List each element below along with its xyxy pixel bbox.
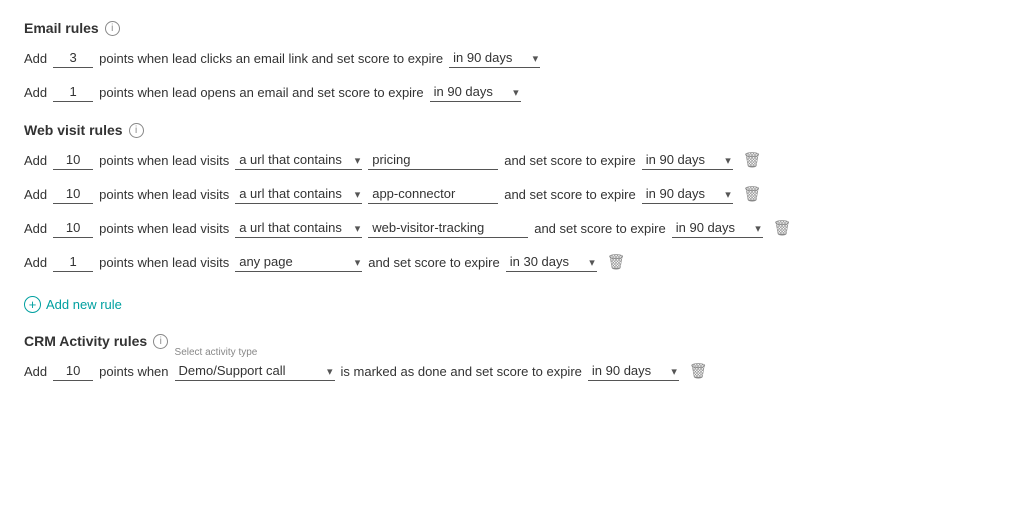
crm-rules-label: CRM Activity rules	[24, 333, 147, 349]
crm-points-1[interactable]	[53, 361, 93, 381]
web-rule-row-4: Add points when lead visits any page a u…	[24, 252, 1000, 272]
crm-delete-1[interactable]: 🗑	[689, 362, 708, 380]
web-expire-select-2[interactable]: in 90 days in 30 days in 60 days in 180 …	[642, 184, 733, 204]
add-new-rule-label: Add new rule	[46, 297, 122, 312]
crm-rules-section: CRM Activity rules i Add points when Sel…	[24, 333, 1000, 381]
email-rules-section: Email rules i Add points when lead click…	[24, 20, 1000, 102]
web-expire-wrap-3: in 90 days in 30 days in 60 days in 180 …	[672, 218, 763, 238]
email-rules-label: Email rules	[24, 20, 99, 36]
web-visit-info-icon[interactable]: i	[129, 123, 144, 138]
web-points-3[interactable]	[53, 218, 93, 238]
web-desc-before-3: points when lead visits	[99, 221, 229, 236]
add-new-rule-button[interactable]: + Add new rule	[24, 296, 122, 313]
crm-activity-select-1[interactable]: Demo/Support call Meeting Phone call	[175, 361, 335, 381]
web-add-2: Add	[24, 187, 47, 202]
email-add-label-1: Add	[24, 51, 47, 66]
crm-rules-title: CRM Activity rules i	[24, 333, 1000, 349]
web-url-condition-select-2[interactable]: a url that contains a url that equals an…	[235, 184, 362, 204]
crm-expire-select-1[interactable]: in 90 days in 30 days in 60 days in 180 …	[588, 361, 679, 381]
crm-activity-select-wrap: Demo/Support call Meeting Phone call	[175, 361, 335, 381]
web-add-4: Add	[24, 255, 47, 270]
web-delete-2[interactable]: 🗑	[743, 185, 762, 203]
web-delete-4[interactable]: 🗑	[607, 253, 626, 271]
add-new-rule-plus-icon: +	[24, 296, 41, 313]
web-add-1: Add	[24, 153, 47, 168]
web-rule-row-1: Add points when lead visits a url that c…	[24, 150, 1000, 170]
web-expire-select-1[interactable]: in 90 days in 30 days in 60 days in 180 …	[642, 150, 733, 170]
crm-expire-wrap-1: in 90 days in 30 days in 60 days in 180 …	[588, 361, 679, 381]
web-desc-after-2: and set score to expire	[504, 187, 636, 202]
web-desc-before-2: points when lead visits	[99, 187, 229, 202]
email-points-input-1[interactable]	[53, 48, 93, 68]
web-expire-wrap-1: in 90 days in 30 days in 60 days in 180 …	[642, 150, 733, 170]
web-desc-after-1: and set score to expire	[504, 153, 636, 168]
web-visit-rules-title: Web visit rules i	[24, 122, 1000, 138]
web-url-condition-wrap-2: a url that contains a url that equals an…	[235, 184, 362, 204]
email-rules-title: Email rules i	[24, 20, 1000, 36]
email-expire-wrap-2: in 90 days in 30 days in 60 days in 180 …	[430, 82, 521, 102]
web-url-value-2[interactable]	[368, 184, 498, 204]
email-expire-select-1[interactable]: in 90 days in 30 days in 60 days in 180 …	[449, 48, 540, 68]
web-desc-before-4: points when lead visits	[99, 255, 229, 270]
web-rule-row-3: Add points when lead visits a url that c…	[24, 218, 1000, 238]
email-rule-row-2: Add points when lead opens an email and …	[24, 82, 1000, 102]
web-desc-after-3: and set score to expire	[534, 221, 666, 236]
web-visit-rules-section: Web visit rules i Add points when lead v…	[24, 122, 1000, 272]
email-add-label-2: Add	[24, 85, 47, 100]
web-desc-before-1: points when lead visits	[99, 153, 229, 168]
web-points-4[interactable]	[53, 252, 93, 272]
crm-add-1: Add	[24, 364, 47, 379]
email-expire-wrap-1: in 90 days in 30 days in 60 days in 180 …	[449, 48, 540, 68]
email-rule-row-1: Add points when lead clicks an email lin…	[24, 48, 1000, 68]
crm-desc-before-1: points when	[99, 364, 168, 379]
web-add-3: Add	[24, 221, 47, 236]
web-url-condition-wrap-1: a url that contains a url that equals an…	[235, 150, 362, 170]
web-url-value-3[interactable]	[368, 218, 528, 238]
web-desc-after-4: and set score to expire	[368, 255, 500, 270]
crm-rule-row-1: Add points when Select activity type Dem…	[24, 361, 1000, 381]
email-rules-info-icon[interactable]: i	[105, 21, 120, 36]
web-rule-row-2: Add points when lead visits a url that c…	[24, 184, 1000, 204]
web-expire-wrap-4: in 30 days in 60 days in 90 days in 180 …	[506, 252, 597, 272]
email-desc-1: points when lead clicks an email link an…	[99, 51, 443, 66]
web-delete-3[interactable]: 🗑	[773, 219, 792, 237]
web-url-condition-select-1[interactable]: a url that contains a url that equals an…	[235, 150, 362, 170]
email-desc-2: points when lead opens an email and set …	[99, 85, 423, 100]
web-url-condition-select-3[interactable]: a url that contains a url that equals an…	[235, 218, 362, 238]
crm-info-icon[interactable]: i	[153, 334, 168, 349]
web-points-2[interactable]	[53, 184, 93, 204]
crm-activity-type-label: Select activity type	[175, 347, 258, 358]
web-delete-1[interactable]: 🗑	[743, 151, 762, 169]
web-expire-wrap-2: in 90 days in 30 days in 60 days in 180 …	[642, 184, 733, 204]
web-url-condition-select-4[interactable]: any page a url that contains a url that …	[235, 252, 362, 272]
crm-desc-after-1: is marked as done and set score to expir…	[341, 364, 582, 379]
email-expire-select-2[interactable]: in 90 days in 30 days in 60 days in 180 …	[430, 82, 521, 102]
web-expire-select-4[interactable]: in 30 days in 60 days in 90 days in 180 …	[506, 252, 597, 272]
web-url-condition-wrap-3: a url that contains a url that equals an…	[235, 218, 362, 238]
web-url-value-1[interactable]	[368, 150, 498, 170]
web-points-1[interactable]	[53, 150, 93, 170]
web-visit-rules-label: Web visit rules	[24, 122, 123, 138]
web-expire-select-3[interactable]: in 90 days in 30 days in 60 days in 180 …	[672, 218, 763, 238]
crm-activity-wrap-1: Select activity type Demo/Support call M…	[175, 361, 335, 381]
email-points-input-2[interactable]	[53, 82, 93, 102]
web-url-condition-wrap-4: any page a url that contains a url that …	[235, 252, 362, 272]
